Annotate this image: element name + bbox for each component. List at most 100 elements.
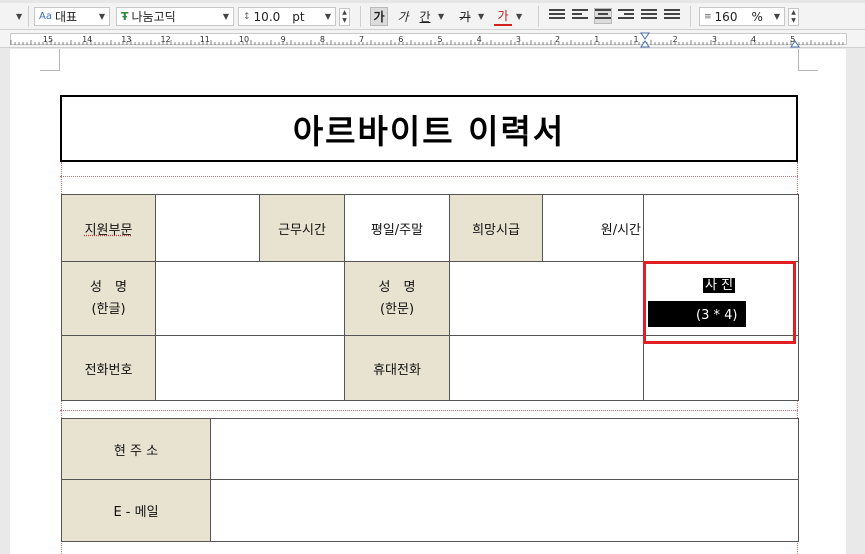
email-value-cell[interactable] bbox=[210, 479, 799, 542]
font-size-unit: pt bbox=[292, 9, 305, 24]
prev-dropdown-arrow[interactable]: ▼ bbox=[12, 7, 22, 26]
hours-label-cell[interactable]: 근무시간 bbox=[259, 194, 345, 262]
guide-line bbox=[61, 162, 62, 194]
font-size-input[interactable]: ↕ 10.0 pt ▼ bbox=[238, 7, 336, 26]
ruler-label: 8 bbox=[320, 35, 325, 44]
align-justify-icon[interactable] bbox=[549, 9, 565, 23]
font-size-stepper[interactable]: ▲ ▼ bbox=[339, 8, 350, 26]
name-hanja-label-cell[interactable]: 성 명 (한문) bbox=[344, 261, 450, 336]
ruler-label: 12 bbox=[161, 35, 171, 44]
chevron-down-icon: ▼ bbox=[438, 12, 445, 21]
hours-value-cell[interactable]: 평일/주말 bbox=[344, 194, 450, 262]
ruler-label: 3 bbox=[516, 35, 521, 44]
stepper-down-icon: ▼ bbox=[791, 17, 796, 24]
ruler-label: 15 bbox=[43, 35, 53, 44]
italic-button[interactable]: 가 bbox=[394, 7, 412, 26]
formatting-toolbar: ▼ Aa 대표 ▼ Ŧ 나눔고딕 ▼ ↕ 10.0 pt ▼ ▲ ▼ 가 가 간 … bbox=[0, 0, 865, 30]
line-spacing-unit: % bbox=[751, 9, 763, 24]
dept-value-cell[interactable] bbox=[155, 194, 260, 262]
photo-bottom-cell[interactable] bbox=[643, 335, 799, 401]
toolbar-separator bbox=[28, 6, 29, 27]
guide-line bbox=[60, 176, 798, 177]
address-value-cell[interactable] bbox=[210, 418, 799, 480]
underline-dropdown[interactable]: ▼ bbox=[434, 7, 444, 26]
name-kr-label-line1: 성 명 bbox=[90, 279, 127, 295]
chevron-down-icon: ▼ bbox=[16, 12, 23, 21]
align-right-icon[interactable] bbox=[618, 9, 634, 23]
font-select[interactable]: Ŧ 나눔고딕 ▼ bbox=[116, 7, 234, 26]
ruler-label: 7 bbox=[359, 35, 364, 44]
contact-table: 현 주 소 E - 메일 bbox=[61, 418, 799, 542]
toolbar-separator bbox=[690, 6, 691, 27]
name-kr-label-cell[interactable]: 성 명 (한글) bbox=[61, 261, 156, 336]
margin-corner-top-left bbox=[40, 49, 60, 71]
indent-marker-icon[interactable] bbox=[640, 32, 650, 48]
photo-label-line2: (3 * 4) bbox=[694, 308, 740, 323]
ruler-label: 9 bbox=[281, 35, 286, 44]
guide-line bbox=[61, 541, 62, 554]
ruler-label: 3 bbox=[712, 35, 717, 44]
email-label-cell[interactable]: E - 메일 bbox=[61, 479, 211, 542]
chevron-down-icon: ▼ bbox=[478, 12, 485, 21]
ruler-label: 11 bbox=[200, 35, 210, 44]
line-spacing-input[interactable]: ≡ 160 % ▼ bbox=[699, 7, 785, 26]
toolbar-top-strip bbox=[0, 0, 865, 3]
align-distribute-icon[interactable] bbox=[641, 9, 657, 23]
mobile-label-cell[interactable]: 휴대전화 bbox=[344, 335, 450, 401]
bold-button[interactable]: 가 bbox=[370, 7, 388, 26]
wage-label-cell[interactable]: 희망시급 bbox=[449, 194, 543, 262]
name-hanja-label-line2: (한문) bbox=[379, 301, 415, 317]
font-icon: Ŧ bbox=[121, 10, 129, 23]
photo-label-line1: 사 진 bbox=[703, 278, 736, 293]
style-select[interactable]: Aa 대표 ▼ bbox=[34, 7, 110, 26]
ruler-label: 5 bbox=[437, 35, 442, 44]
mobile-value-cell[interactable] bbox=[449, 335, 644, 401]
chevron-down-icon: ▼ bbox=[98, 12, 105, 21]
chevron-down-icon: ▼ bbox=[516, 12, 523, 21]
align-divide-icon[interactable] bbox=[664, 9, 680, 23]
line-spacing-stepper[interactable]: ▲ ▼ bbox=[788, 8, 799, 26]
font-color-button[interactable]: 가 bbox=[494, 7, 512, 26]
phone-label-cell[interactable]: 전화번호 bbox=[61, 335, 156, 401]
name-hanja-label-line1: 성 명 bbox=[378, 279, 416, 295]
ruler-label: 2 bbox=[673, 35, 678, 44]
guide-line bbox=[797, 400, 798, 418]
line-spacing-value: 160 bbox=[714, 9, 738, 24]
name-kr-value-cell[interactable] bbox=[155, 261, 345, 336]
underline-button[interactable]: 간 bbox=[416, 7, 434, 26]
font-color-dropdown[interactable]: ▼ bbox=[512, 7, 522, 26]
font-size-value: 10.0 bbox=[253, 9, 281, 24]
toolbar-separator bbox=[360, 6, 361, 27]
stepper-up-icon: ▲ bbox=[342, 9, 347, 16]
ruler-label: 2 bbox=[555, 35, 560, 44]
photo-top-cell[interactable] bbox=[643, 194, 799, 262]
horizontal-ruler[interactable]: 15 14 13 12 11 10 9 8 7 6 5 4 3 2 1 1 2 3 4 5 bbox=[0, 30, 865, 48]
align-center-icon[interactable] bbox=[594, 8, 612, 24]
ruler-ticks: 15 14 13 12 11 10 9 8 7 6 5 4 3 2 1 1 2 3 4 5 bbox=[10, 32, 844, 48]
guide-line bbox=[797, 541, 798, 554]
address-label-cell[interactable]: 현 주 소 bbox=[61, 418, 211, 480]
document-title[interactable]: 아르바이트 이력서 bbox=[60, 95, 798, 162]
guide-line bbox=[797, 162, 798, 194]
ruler-label: 6 bbox=[398, 35, 403, 44]
photo-selection[interactable]: 사 진 (3 * 4) bbox=[643, 261, 796, 344]
stepper-down-icon: ▼ bbox=[342, 17, 347, 24]
ruler-label: 10 bbox=[239, 35, 249, 44]
chevron-down-icon: ▼ bbox=[324, 12, 331, 21]
guide-line bbox=[60, 410, 798, 411]
strikethrough-button[interactable]: 가 bbox=[456, 7, 474, 26]
align-left-icon[interactable] bbox=[572, 9, 588, 23]
ruler-label: 4 bbox=[477, 35, 482, 44]
chevron-down-icon: ▼ bbox=[773, 12, 780, 21]
ruler-label: 14 bbox=[82, 35, 92, 44]
phone-value-cell[interactable] bbox=[155, 335, 345, 401]
strikethrough-dropdown[interactable]: ▼ bbox=[474, 7, 484, 26]
name-hanja-value-cell[interactable] bbox=[449, 261, 644, 336]
guide-line bbox=[61, 400, 62, 418]
font-size-icon: ↕ bbox=[243, 11, 251, 22]
wage-value-cell[interactable]: 원/시간 bbox=[542, 194, 644, 262]
line-spacing-icon: ≡ bbox=[704, 11, 712, 22]
ruler-label: 4 bbox=[751, 35, 756, 44]
dept-label-cell[interactable]: 지원부문 bbox=[61, 194, 156, 262]
toolbar-separator bbox=[538, 6, 539, 27]
